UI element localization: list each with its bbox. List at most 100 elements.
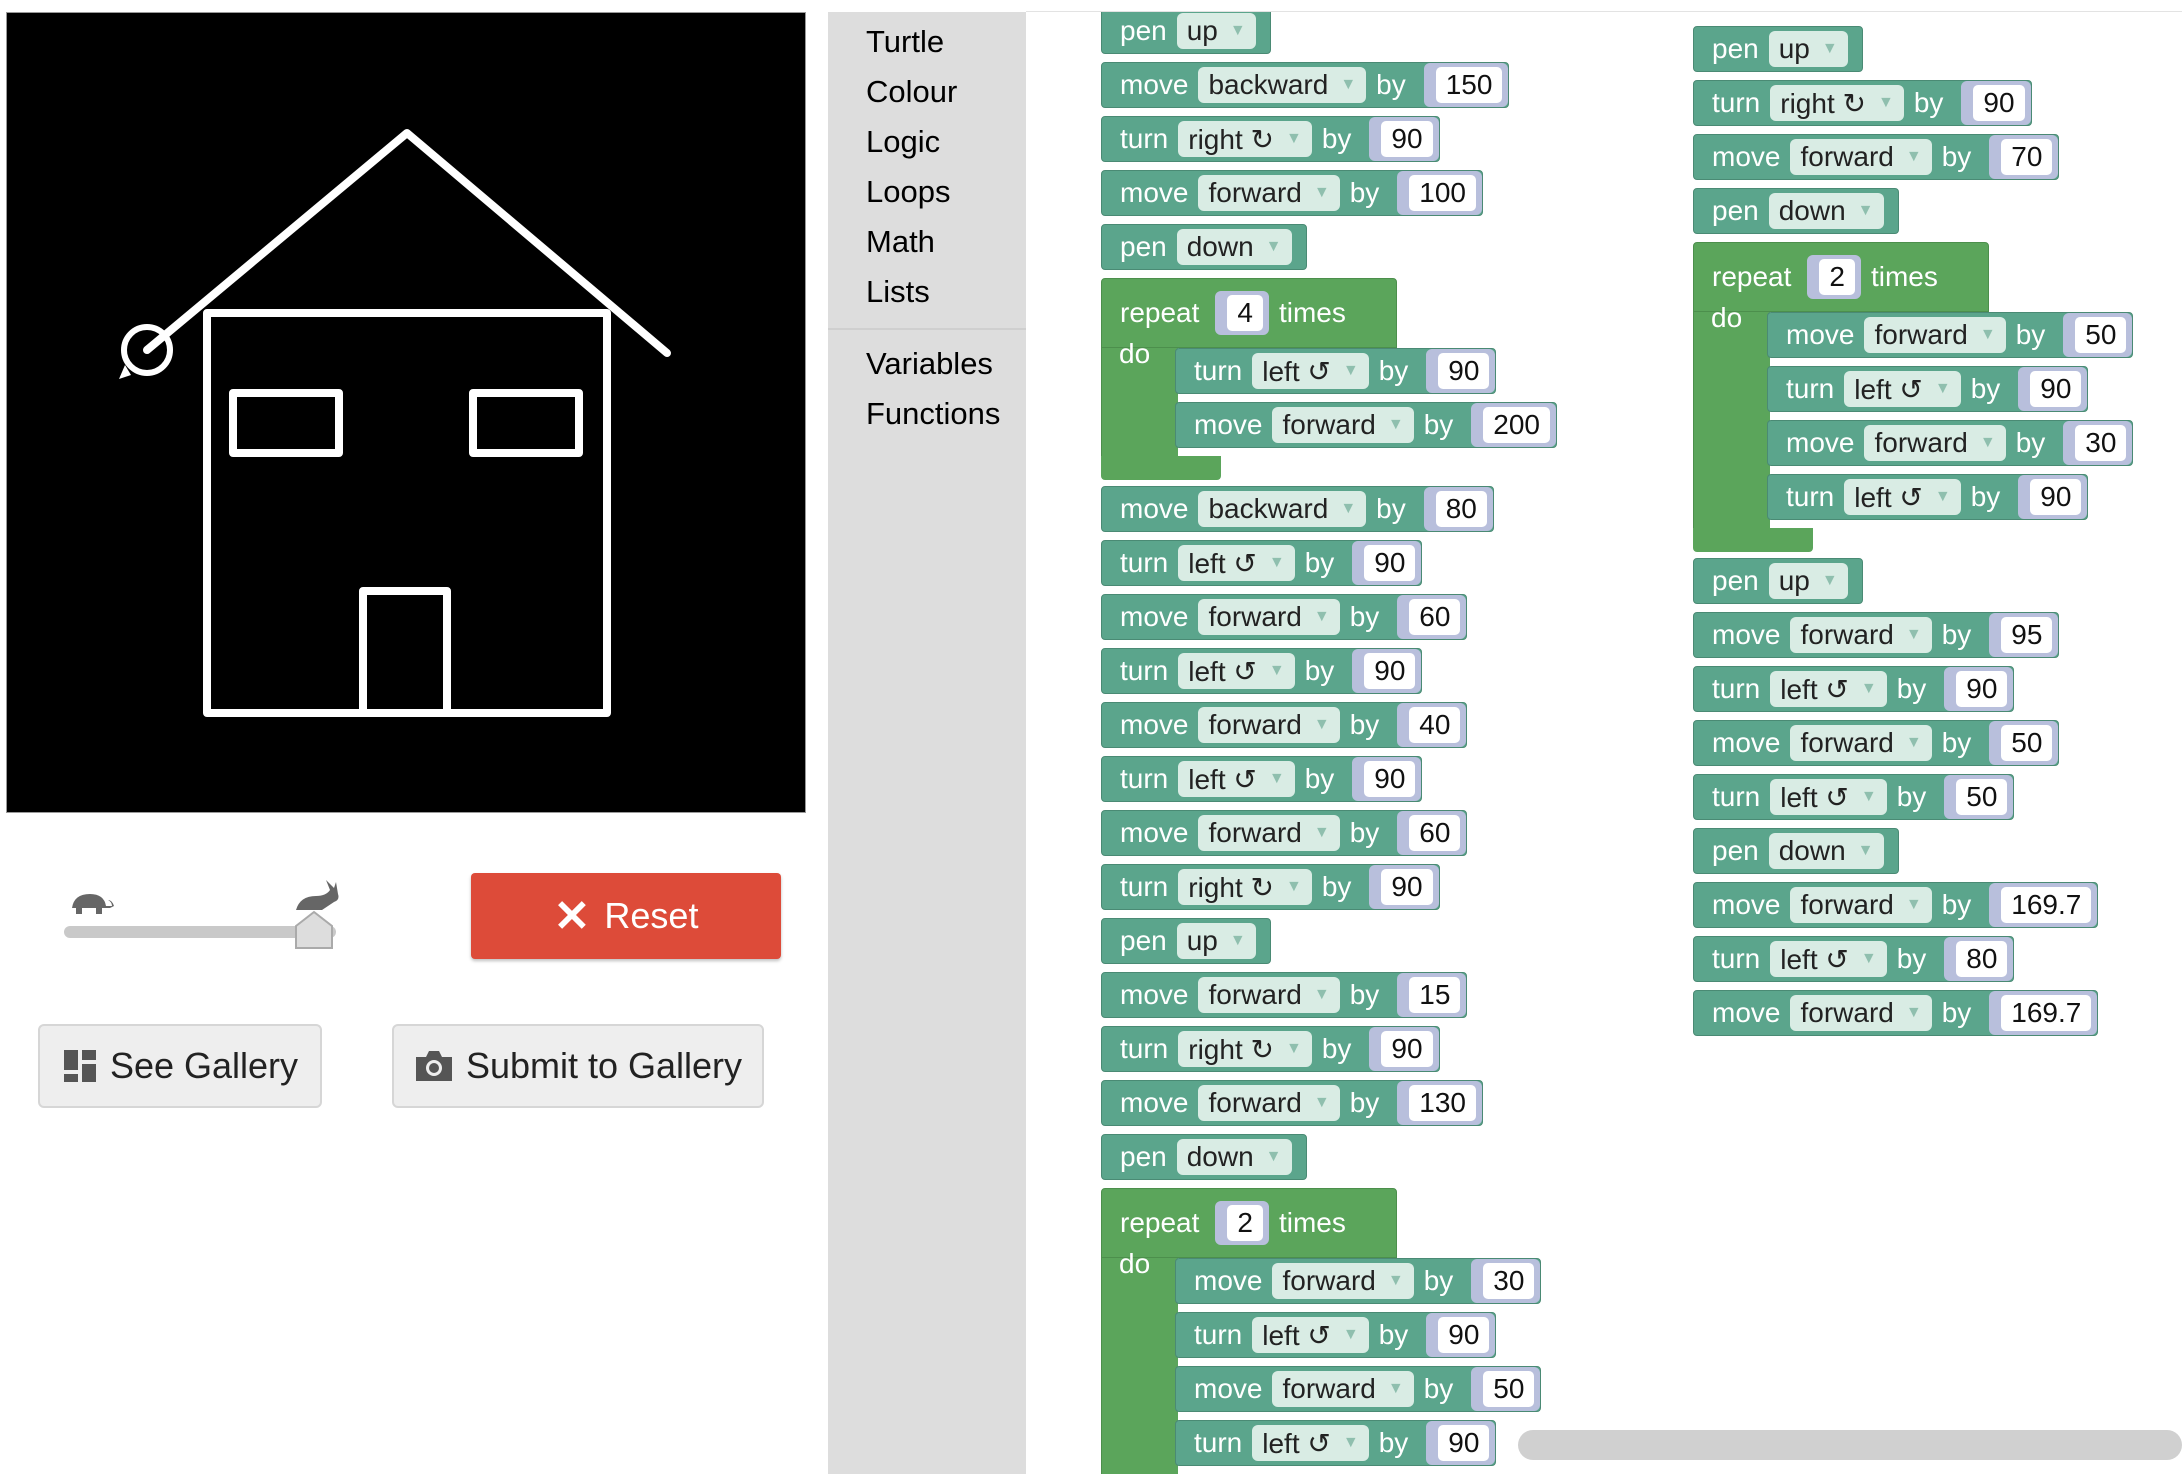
toolbox-category-variables[interactable]: Variables bbox=[866, 346, 993, 382]
turn-block[interactable]: turn left ↺ ▼ by 50 bbox=[1693, 774, 2015, 820]
number-input[interactable]: 90 bbox=[1438, 1317, 1490, 1353]
number-input[interactable]: 169.7 bbox=[2001, 887, 2092, 923]
turn-option-dropdown[interactable]: left ↺ ▼ bbox=[1178, 761, 1295, 797]
move-option-dropdown[interactable]: forward ▼ bbox=[1790, 617, 1932, 653]
number-input[interactable]: 90 bbox=[1438, 1425, 1490, 1461]
turn-option-dropdown[interactable]: right ↻ ▼ bbox=[1178, 1031, 1312, 1067]
move-block[interactable]: move forward ▼ by 50 bbox=[1175, 1366, 1542, 1412]
move-option-dropdown[interactable]: forward ▼ bbox=[1198, 175, 1340, 211]
turn-block[interactable]: turn left ↺ ▼ by 80 bbox=[1693, 936, 2015, 982]
blockly-workspace[interactable]: pen up ▼ move backward ▼ by 150 turn right ↻ ▼ by 90… bbox=[1026, 12, 2182, 1474]
move-block[interactable]: move forward ▼ by 60 bbox=[1101, 810, 1468, 856]
move-block[interactable]: move forward ▼ by 95 bbox=[1693, 612, 2060, 658]
pen-block[interactable]: pen down ▼ bbox=[1101, 1134, 1307, 1180]
number-input[interactable]: 50 bbox=[1956, 779, 2008, 815]
number-input[interactable]: 90 bbox=[1381, 1031, 1433, 1067]
number-input[interactable]: 90 bbox=[1438, 353, 1490, 389]
pen-block[interactable]: pen down ▼ bbox=[1693, 188, 1899, 234]
repeat-count-input[interactable]: 2 bbox=[1819, 259, 1855, 295]
number-input[interactable]: 130 bbox=[1409, 1085, 1476, 1121]
number-input[interactable]: 50 bbox=[1483, 1371, 1535, 1407]
turn-block[interactable]: turn left ↺ ▼ by 90 bbox=[1101, 756, 1423, 802]
move-block[interactable]: move forward ▼ by 15 bbox=[1101, 972, 1468, 1018]
number-input[interactable]: 30 bbox=[1483, 1263, 1535, 1299]
pen-option-dropdown[interactable]: up ▼ bbox=[1176, 923, 1256, 959]
pen-option-dropdown[interactable]: down ▼ bbox=[1768, 833, 1884, 869]
move-option-dropdown[interactable]: forward ▼ bbox=[1198, 977, 1340, 1013]
turn-block[interactable]: turn left ↺ ▼ by 90 bbox=[1175, 348, 1497, 394]
turn-block[interactable]: turn right ↻ ▼ by 90 bbox=[1101, 116, 1440, 162]
turn-option-dropdown[interactable]: right ↻ ▼ bbox=[1178, 869, 1312, 905]
number-input[interactable]: 40 bbox=[1409, 707, 1461, 743]
turn-block[interactable]: turn left ↺ ▼ by 90 bbox=[1767, 474, 2089, 520]
repeat-count-input[interactable]: 2 bbox=[1227, 1205, 1263, 1241]
number-input[interactable]: 15 bbox=[1409, 977, 1461, 1013]
move-option-dropdown[interactable]: forward ▼ bbox=[1272, 407, 1414, 443]
pen-block[interactable]: pen up ▼ bbox=[1693, 558, 1863, 604]
move-option-dropdown[interactable]: forward ▼ bbox=[1272, 1371, 1414, 1407]
turn-option-dropdown[interactable]: left ↺ ▼ bbox=[1770, 941, 1887, 977]
number-input[interactable]: 70 bbox=[2001, 139, 2053, 175]
move-option-dropdown[interactable]: forward ▼ bbox=[1198, 815, 1340, 851]
turn-option-dropdown[interactable]: left ↺ ▼ bbox=[1252, 353, 1369, 389]
turn-block[interactable]: turn left ↺ ▼ by 90 bbox=[1101, 648, 1423, 694]
turn-option-dropdown[interactable]: left ↺ ▼ bbox=[1770, 779, 1887, 815]
pen-option-dropdown[interactable]: up ▼ bbox=[1768, 31, 1848, 67]
number-input[interactable]: 30 bbox=[2075, 425, 2127, 461]
number-input[interactable]: 90 bbox=[1381, 869, 1433, 905]
turn-option-dropdown[interactable]: right ↻ ▼ bbox=[1178, 121, 1312, 157]
move-option-dropdown[interactable]: forward ▼ bbox=[1790, 887, 1932, 923]
number-input[interactable]: 80 bbox=[1956, 941, 2008, 977]
turn-option-dropdown[interactable]: left ↺ ▼ bbox=[1252, 1317, 1369, 1353]
toolbox-category-logic[interactable]: Logic bbox=[866, 124, 940, 160]
turn-block[interactable]: turn left ↺ ▼ by 90 bbox=[1175, 1312, 1497, 1358]
pen-block[interactable]: pen down ▼ bbox=[1693, 828, 1899, 874]
number-input[interactable]: 200 bbox=[1483, 407, 1550, 443]
toolbox-category-turtle[interactable]: Turtle bbox=[866, 24, 944, 60]
move-block[interactable]: move backward ▼ by 150 bbox=[1101, 62, 1510, 108]
turn-block[interactable]: turn left ↺ ▼ by 90 bbox=[1175, 1420, 1497, 1466]
speed-slider[interactable] bbox=[62, 880, 342, 950]
number-input[interactable]: 60 bbox=[1409, 815, 1461, 851]
move-option-dropdown[interactable]: forward ▼ bbox=[1790, 139, 1932, 175]
pen-block[interactable]: pen up ▼ bbox=[1693, 26, 1863, 72]
move-option-dropdown[interactable]: forward ▼ bbox=[1272, 1263, 1414, 1299]
number-input[interactable]: 90 bbox=[2030, 371, 2082, 407]
pen-block[interactable]: pen down ▼ bbox=[1101, 224, 1307, 270]
turn-block[interactable]: turn right ↻ ▼ by 90 bbox=[1693, 80, 2032, 126]
move-block[interactable]: move forward ▼ by 70 bbox=[1693, 134, 2060, 180]
turn-block[interactable]: turn left ↺ ▼ by 90 bbox=[1693, 666, 2015, 712]
move-block[interactable]: move forward ▼ by 50 bbox=[1693, 720, 2060, 766]
turn-block[interactable]: turn left ↺ ▼ by 90 bbox=[1101, 540, 1423, 586]
move-block[interactable]: move forward ▼ by 200 bbox=[1175, 402, 1557, 448]
pen-block[interactable]: pen up ▼ bbox=[1101, 918, 1271, 964]
number-input[interactable]: 100 bbox=[1409, 175, 1476, 211]
toolbox-category-math[interactable]: Math bbox=[866, 224, 935, 260]
see-gallery-button[interactable]: See Gallery bbox=[38, 1024, 322, 1108]
move-option-dropdown[interactable]: forward ▼ bbox=[1864, 425, 2006, 461]
number-input[interactable]: 50 bbox=[2075, 317, 2127, 353]
number-input[interactable]: 90 bbox=[1364, 545, 1416, 581]
turn-option-dropdown[interactable]: left ↺ ▼ bbox=[1844, 479, 1961, 515]
move-block[interactable]: move forward ▼ by 130 bbox=[1101, 1080, 1483, 1126]
reset-button[interactable]: ✕ Reset bbox=[471, 873, 781, 959]
pen-option-dropdown[interactable]: up ▼ bbox=[1768, 563, 1848, 599]
number-input[interactable]: 90 bbox=[1956, 671, 2008, 707]
number-input[interactable]: 90 bbox=[1364, 761, 1416, 797]
turn-option-dropdown[interactable]: left ↺ ▼ bbox=[1770, 671, 1887, 707]
pen-option-dropdown[interactable]: down ▼ bbox=[1176, 1139, 1292, 1175]
move-block[interactable]: move backward ▼ by 80 bbox=[1101, 486, 1494, 532]
number-input[interactable]: 95 bbox=[2001, 617, 2053, 653]
turn-option-dropdown[interactable]: left ↺ ▼ bbox=[1844, 371, 1961, 407]
submit-to-gallery-button[interactable]: Submit to Gallery bbox=[392, 1024, 764, 1108]
slider-thumb[interactable] bbox=[294, 910, 334, 950]
toolbox-category-loops[interactable]: Loops bbox=[866, 174, 950, 210]
move-option-dropdown[interactable]: forward ▼ bbox=[1790, 995, 1932, 1031]
number-input[interactable]: 150 bbox=[1435, 67, 1503, 103]
move-option-dropdown[interactable]: backward ▼ bbox=[1198, 491, 1367, 527]
move-option-dropdown[interactable]: forward ▼ bbox=[1198, 1085, 1340, 1121]
move-option-dropdown[interactable]: forward ▼ bbox=[1790, 725, 1932, 761]
move-block[interactable]: move forward ▼ by 50 bbox=[1767, 312, 2134, 358]
pen-option-dropdown[interactable]: up ▼ bbox=[1176, 13, 1256, 49]
pen-block[interactable]: pen up ▼ bbox=[1101, 12, 1271, 54]
